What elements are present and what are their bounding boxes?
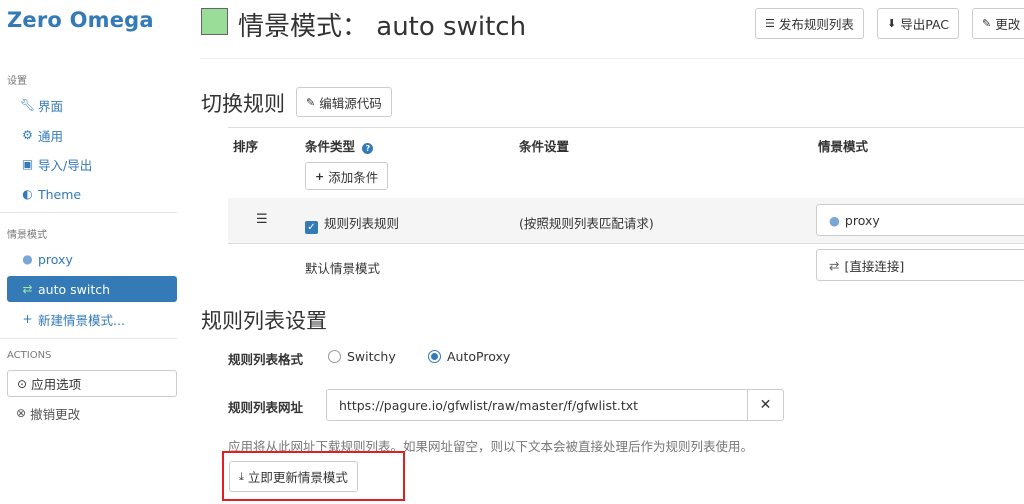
- rule-checkbox[interactable]: ✓: [305, 221, 318, 234]
- add-condition-button[interactable]: + 添加条件: [305, 162, 389, 190]
- floppy-icon: ▣: [21, 157, 34, 171]
- default-profile-label: 默认情景模式: [305, 261, 381, 276]
- highlight-box: [222, 451, 405, 501]
- app-brand[interactable]: Zero Omega: [7, 8, 154, 32]
- close-circle-icon: ⊗: [16, 406, 27, 420]
- download-circle-icon: ⬇: [887, 17, 897, 30]
- drag-handle-icon[interactable]: ☰: [256, 212, 268, 227]
- rule-profile-select[interactable]: ● proxy: [816, 204, 1024, 236]
- settings-section-header: 设置: [7, 76, 27, 87]
- edit-source-button[interactable]: ✎ 编辑源代码: [296, 87, 392, 117]
- sidebar-item-label: 通用: [38, 128, 64, 144]
- sidebar-item-theme[interactable]: ◐ Theme: [7, 181, 177, 207]
- table-row-border: [228, 243, 1024, 244]
- table-top-border: [228, 127, 1024, 128]
- publish-rule-list-label: 发布规则列表: [778, 17, 854, 32]
- export-pac-label: 导出PAC: [900, 17, 950, 32]
- half-circle-icon: ◐: [22, 187, 33, 201]
- format-option-autoproxy[interactable]: AutoProxy: [428, 349, 510, 364]
- column-header-profile: 情景模式: [818, 139, 869, 154]
- radio-switchy[interactable]: [328, 350, 341, 363]
- clear-url-button[interactable]: ✕: [747, 389, 784, 421]
- sidebar-item-auto-switch[interactable]: ⇄ auto switch: [7, 276, 177, 302]
- column-header-label: 条件类型: [305, 139, 356, 154]
- sidebar-item-label: 界面: [38, 98, 64, 114]
- export-pac-button[interactable]: ⬇ 导出PAC: [877, 8, 960, 39]
- sidebar-divider: [0, 212, 177, 213]
- close-icon: ✕: [759, 397, 772, 413]
- format-option-switchy[interactable]: Switchy: [328, 349, 396, 364]
- check-circle-icon: ⊙: [17, 376, 28, 391]
- radio-autoproxy[interactable]: [428, 350, 441, 363]
- discard-changes-label: 撤销更改: [30, 406, 81, 422]
- format-option-label: AutoProxy: [447, 349, 511, 364]
- change-label: 更改: [995, 17, 1021, 32]
- sidebar-item-label: proxy: [38, 251, 73, 267]
- publish-rule-list-button[interactable]: ☰ 发布规则列表: [755, 8, 864, 39]
- column-header-condition-settings: 条件设置: [519, 139, 570, 154]
- sidebar-item-label: auto switch: [38, 281, 111, 297]
- gear-icon: ⚙: [22, 128, 33, 142]
- column-header-condition-type: 条件类型 ?: [305, 136, 374, 155]
- rule-list-heading: 规则列表设置: [201, 309, 327, 333]
- sidebar-item-interface[interactable]: 🔧︎ 界面: [7, 92, 177, 118]
- list-icon: ☰: [765, 17, 775, 30]
- sidebar-item-label: Theme: [38, 186, 82, 202]
- sidebar-item-label: 导入/导出: [38, 157, 93, 173]
- edit-icon: ✎: [982, 17, 992, 30]
- plus-icon: +: [22, 312, 33, 326]
- add-condition-label: 添加条件: [328, 169, 379, 185]
- discard-changes-button[interactable]: ⊗ 撤销更改: [7, 401, 80, 425]
- sidebar-item-proxy[interactable]: ● proxy: [7, 246, 177, 272]
- rule-list-format-label: 规则列表格式: [228, 352, 304, 367]
- wrench-icon: 🔧︎: [20, 98, 36, 112]
- edit-source-label: 编辑源代码: [319, 95, 382, 111]
- rule-list-url-input[interactable]: https://pagure.io/gfwlist/raw/master/f/g…: [326, 389, 748, 421]
- help-icon[interactable]: ?: [362, 143, 374, 154]
- actions-section-header: ACTIONS: [7, 350, 52, 361]
- apply-options-label: 应用选项: [31, 377, 82, 392]
- condition-type-cell: ✓ 规则列表规则: [305, 213, 399, 234]
- sidebar-divider: [0, 338, 177, 339]
- column-header-order: 排序: [233, 139, 259, 154]
- retweet-icon: ⇄: [22, 282, 33, 296]
- apply-options-button[interactable]: ⊙ 应用选项: [7, 370, 177, 397]
- plus-icon: +: [315, 169, 325, 183]
- condition-type-value: 规则列表规则: [324, 216, 400, 231]
- profile-color-swatch[interactable]: [201, 8, 228, 35]
- default-profile-select[interactable]: ⇄ [直接连接]: [816, 249, 1024, 281]
- sidebar-item-label: 新建情景模式...: [38, 312, 125, 328]
- change-button[interactable]: ✎ 更改: [972, 8, 1024, 39]
- sidebar-item-new-profile[interactable]: + 新建情景模式...: [7, 306, 177, 332]
- rule-profile-value: proxy: [844, 212, 880, 228]
- sidebar-item-general[interactable]: ⚙ 通用: [7, 122, 177, 148]
- page-title: 情景模式： auto switch: [238, 12, 527, 42]
- sidebar: Zero Omega 设置 🔧︎ 界面 ⚙ 通用 ▣ 导入/导出 ◐ Theme…: [0, 0, 185, 504]
- header-divider: [200, 58, 1024, 59]
- exchange-icon: ⇄: [829, 257, 840, 273]
- edit-icon: ✎: [306, 95, 316, 109]
- globe-icon: ●: [829, 212, 840, 228]
- sidebar-item-import-export[interactable]: ▣ 导入/导出: [7, 151, 177, 177]
- format-option-label: Switchy: [347, 349, 396, 364]
- profiles-section-header: 情景模式: [7, 230, 47, 241]
- globe-icon: ●: [22, 252, 33, 266]
- default-profile-value: [直接连接]: [844, 258, 905, 274]
- condition-settings-cell: (按照规则列表匹配请求): [519, 216, 654, 231]
- switch-rules-heading: 切换规则: [201, 92, 285, 116]
- rule-list-url-label: 规则列表网址: [228, 400, 304, 415]
